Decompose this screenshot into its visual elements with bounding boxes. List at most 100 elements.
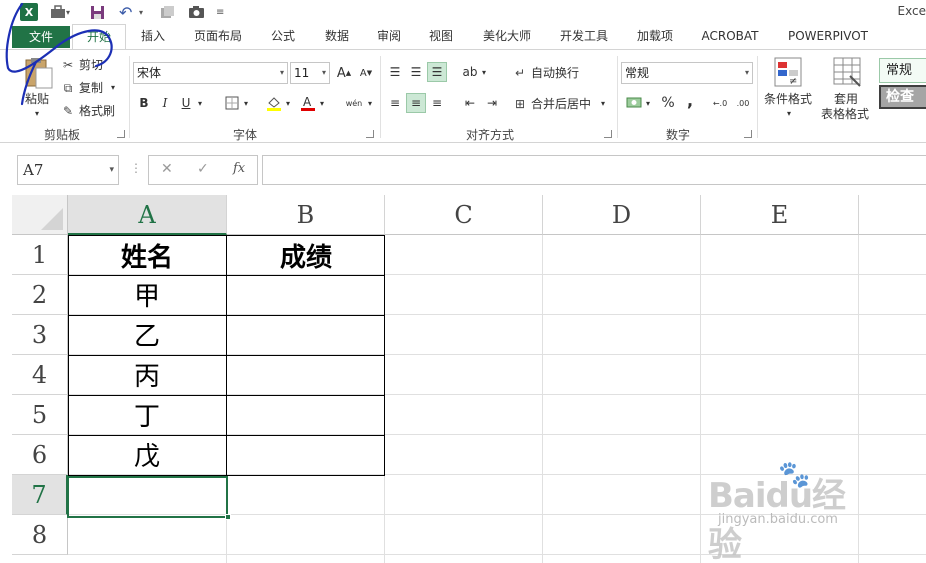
row-header-5[interactable]: 5: [12, 395, 68, 435]
shrink-font-button[interactable]: A ▼: [356, 63, 376, 83]
tab-review[interactable]: 审阅: [368, 24, 410, 50]
conditional-format-button[interactable]: 条件格式: [760, 92, 816, 107]
phonetic-guide-button[interactable]: wén: [342, 93, 366, 113]
decrease-decimal-icon[interactable]: .00: [732, 93, 754, 113]
paste-button[interactable]: 粘贴: [22, 92, 52, 107]
alignment-launcher-icon[interactable]: [604, 130, 612, 138]
undo-dropdown-icon[interactable]: ▾: [139, 3, 143, 21]
cell-b1[interactable]: 成绩: [227, 238, 385, 278]
column-header-b[interactable]: B: [227, 195, 385, 235]
repeat-icon[interactable]: [159, 3, 175, 21]
accounting-icon[interactable]: [624, 93, 644, 113]
align-top-icon[interactable]: ☰: [385, 62, 405, 82]
format-painter-button[interactable]: ✎ 格式刷: [60, 102, 115, 119]
undo-icon[interactable]: ↶: [119, 3, 132, 22]
style-check-cell[interactable]: 检查: [879, 85, 926, 109]
orientation-dropdown-icon[interactable]: ▾: [478, 62, 490, 82]
font-name-select[interactable]: 宋体 ▾: [133, 62, 288, 84]
tab-powerpivot[interactable]: POWERPIVOT: [780, 24, 876, 50]
table-format-icon[interactable]: [832, 56, 862, 88]
cell-a1[interactable]: 姓名: [68, 238, 226, 278]
number-format-select[interactable]: 常规 ▾: [621, 62, 753, 84]
tab-home[interactable]: 开始: [72, 24, 126, 51]
clipboard-launcher-icon[interactable]: [117, 130, 125, 138]
camera-icon[interactable]: [188, 3, 205, 21]
font-color-icon[interactable]: A: [298, 93, 318, 113]
name-box[interactable]: A7 ▾: [17, 155, 119, 185]
align-center-icon[interactable]: ≡: [406, 93, 426, 113]
increase-indent-icon[interactable]: ⇥: [482, 93, 502, 113]
border-icon[interactable]: [222, 93, 242, 113]
grow-font-button[interactable]: A ▲: [334, 63, 354, 83]
phonetic-dropdown-icon[interactable]: ▾: [364, 93, 376, 113]
enter-icon[interactable]: ✓: [197, 161, 209, 177]
row-header-2[interactable]: 2: [12, 275, 68, 315]
decrease-indent-icon[interactable]: ⇤: [460, 93, 480, 113]
row-header-6[interactable]: 6: [12, 435, 68, 475]
select-all-corner[interactable]: [12, 195, 68, 235]
tab-view[interactable]: 视图: [420, 24, 462, 50]
orientation-icon[interactable]: ab: [460, 62, 480, 82]
table-format-button[interactable]: 表格格式: [812, 107, 878, 122]
font-launcher-icon[interactable]: [366, 130, 374, 138]
column-header-d[interactable]: D: [543, 195, 701, 235]
briefcase-icon[interactable]: [50, 3, 66, 21]
tab-data[interactable]: 数据: [316, 24, 358, 50]
formula-input[interactable]: [262, 155, 926, 185]
comma-button[interactable]: ,: [680, 90, 700, 110]
save-icon[interactable]: [90, 3, 105, 21]
tab-file[interactable]: 文件: [12, 26, 70, 48]
number-launcher-icon[interactable]: [744, 130, 752, 138]
tab-addins[interactable]: 加载项: [630, 24, 680, 50]
column-header-f[interactable]: [859, 195, 926, 235]
underline-dropdown-icon[interactable]: ▾: [194, 93, 206, 113]
row-header-4[interactable]: 4: [12, 355, 68, 395]
cut-button[interactable]: ✂ 剪切: [60, 56, 103, 73]
table-format-label-1[interactable]: 套用: [826, 92, 866, 107]
conditional-format-icon[interactable]: ≠: [773, 56, 803, 88]
cancel-icon[interactable]: ✕: [161, 161, 173, 177]
font-size-select[interactable]: 11 ▾: [290, 62, 330, 84]
increase-decimal-icon[interactable]: ←.0: [708, 93, 732, 113]
chevron-down-icon[interactable]: ▾: [66, 3, 70, 21]
customize-qat-icon[interactable]: ≡: [216, 3, 224, 21]
cell-a2[interactable]: 甲: [68, 277, 226, 317]
tab-formulas[interactable]: 公式: [262, 24, 304, 50]
underline-button[interactable]: U: [176, 93, 196, 113]
tab-developer[interactable]: 开发工具: [552, 24, 616, 50]
merge-center-button[interactable]: ⊞ 合并后居中 ▾: [512, 95, 605, 112]
cell-a6[interactable]: 戊: [68, 437, 226, 477]
wrap-text-button[interactable]: ↵ 自动换行: [512, 64, 579, 81]
fill-handle[interactable]: [225, 514, 231, 520]
row-header-3[interactable]: 3: [12, 315, 68, 355]
active-cell-a7[interactable]: [67, 476, 228, 518]
font-color-dropdown-icon[interactable]: ▾: [316, 93, 328, 113]
copy-button[interactable]: ⧉ 复制 ▾: [60, 79, 115, 96]
italic-button[interactable]: I: [155, 93, 175, 113]
tab-page-layout[interactable]: 页面布局: [186, 24, 250, 50]
paste-icon[interactable]: [22, 56, 54, 90]
column-header-a[interactable]: A: [68, 195, 227, 235]
tab-insert[interactable]: 插入: [130, 24, 176, 50]
insert-function-icon[interactable]: fx: [233, 161, 245, 176]
align-left-icon[interactable]: ≡: [385, 93, 405, 113]
row-header-8[interactable]: 8: [12, 515, 68, 555]
percent-button[interactable]: %: [658, 93, 678, 113]
cell-a4[interactable]: 丙: [68, 357, 226, 397]
style-normal[interactable]: 常规: [879, 58, 926, 83]
fill-color-icon[interactable]: [264, 93, 284, 113]
align-middle-icon[interactable]: ☰: [406, 62, 426, 82]
fill-color-dropdown-icon[interactable]: ▾: [282, 93, 294, 113]
row-header-7[interactable]: 7: [12, 475, 68, 515]
column-header-e[interactable]: E: [701, 195, 859, 235]
border-dropdown-icon[interactable]: ▾: [240, 93, 252, 113]
row-header-1[interactable]: 1: [12, 235, 68, 275]
align-bottom-icon[interactable]: ☰: [427, 62, 447, 82]
conditional-format-dropdown-icon[interactable]: ▾: [784, 106, 794, 121]
column-header-c[interactable]: C: [385, 195, 543, 235]
paste-dropdown-icon[interactable]: ▾: [30, 106, 44, 121]
cell-a5[interactable]: 丁: [68, 397, 226, 437]
tab-acrobat[interactable]: ACROBAT: [694, 24, 766, 50]
align-right-icon[interactable]: ≡: [427, 93, 447, 113]
tab-beautify[interactable]: 美化大师: [476, 24, 538, 50]
